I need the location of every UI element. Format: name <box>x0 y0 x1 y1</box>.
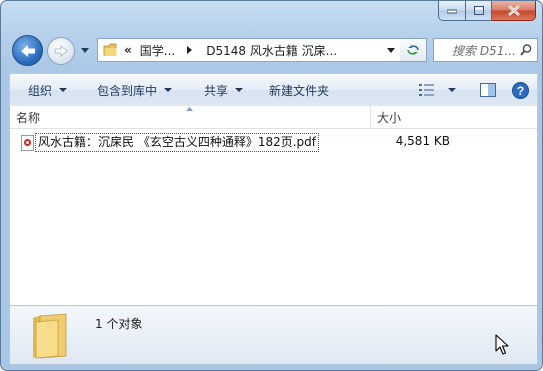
folder-icon <box>103 43 117 56</box>
breadcrumb-overflow[interactable]: « <box>124 43 132 57</box>
breadcrumb-item-guoxue[interactable]: 国学... <box>140 42 175 59</box>
caption-buttons <box>438 1 536 21</box>
chevron-down-icon[interactable] <box>387 47 395 53</box>
svg-text:?: ? <box>517 84 524 98</box>
maximize-icon <box>473 6 484 15</box>
explorer-window: « 国学... D5148 风水古籍 沉㦿... 搜索 D51... 组织 包含… <box>0 0 543 371</box>
caret-down-icon <box>235 88 244 92</box>
close-button[interactable] <box>492 1 536 21</box>
view-list-icon <box>419 84 434 96</box>
view-options-button[interactable] <box>419 74 456 106</box>
file-size: 4,581 KB <box>395 134 450 148</box>
address-bar[interactable]: « 国学... D5148 风水古籍 沉㦿... <box>97 38 402 62</box>
maximize-button[interactable] <box>466 1 492 21</box>
preview-pane-icon <box>480 83 496 97</box>
file-name[interactable]: 风水古籍：沉㦿民 《玄空古义四种通释》182页.pdf <box>35 133 319 152</box>
mouse-cursor-icon <box>495 334 509 355</box>
caret-down-icon <box>164 88 173 92</box>
forward-arrow-icon <box>54 45 68 57</box>
search-placeholder: 搜索 D51... <box>452 43 516 58</box>
include-in-library-label: 包含到库中 <box>97 83 158 98</box>
help-icon: ? <box>512 81 529 99</box>
minimize-icon <box>447 9 457 13</box>
recent-pages-dropdown[interactable] <box>79 45 91 55</box>
new-folder-button[interactable]: 新建文件夹 <box>269 74 329 106</box>
minimize-button[interactable] <box>438 1 466 21</box>
column-name-label: 名称 <box>16 110 41 125</box>
column-header-name[interactable]: 名称 <box>10 106 371 128</box>
refresh-button[interactable] <box>400 38 427 62</box>
file-row[interactable]: 风水古籍：沉㦿民 《玄空古义四种通释》182页.pdf 4,581 KB <box>10 133 537 152</box>
column-header-row: 名称 大小 <box>10 106 537 129</box>
preview-pane-button[interactable] <box>480 74 496 106</box>
forward-button[interactable] <box>47 37 75 65</box>
new-folder-label: 新建文件夹 <box>269 83 330 98</box>
chevron-right-icon[interactable] <box>187 46 193 54</box>
column-size-label: 大小 <box>377 110 402 125</box>
close-icon <box>507 5 520 16</box>
search-icon[interactable] <box>520 44 532 56</box>
caret-down-icon[interactable] <box>448 88 456 92</box>
chevron-down-icon <box>81 47 89 53</box>
refresh-icon <box>407 45 419 55</box>
breadcrumb-item-current[interactable]: D5148 风水古籍 沉㦿... <box>206 42 337 59</box>
back-button[interactable] <box>12 35 43 66</box>
share-label: 共享 <box>204 83 229 98</box>
command-bar: 组织 包含到库中 共享 新建文件夹 ? <box>9 73 538 107</box>
item-count: 1 个对象 <box>95 317 143 331</box>
navigation-bar: « 国学... D5148 风水古籍 沉㦿... 搜索 D51... <box>9 35 538 66</box>
include-in-library-menu[interactable]: 包含到库中 <box>97 74 173 106</box>
caret-down-icon <box>59 88 68 92</box>
organize-menu[interactable]: 组织 <box>28 74 68 106</box>
folder-large-icon <box>33 313 67 359</box>
details-pane: 1 个对象 <box>9 305 538 365</box>
file-list-pane[interactable]: 名称 大小 风水古籍：沉㦿民 《玄空古义四种通释》182页.pdf 4,581 … <box>9 106 538 306</box>
organize-label: 组织 <box>28 83 53 98</box>
pdf-file-icon <box>21 135 34 151</box>
help-button[interactable]: ? <box>512 74 529 106</box>
sort-ascending-icon <box>186 107 193 111</box>
search-box[interactable]: 搜索 D51... <box>433 38 538 62</box>
share-menu[interactable]: 共享 <box>204 74 244 106</box>
column-header-size[interactable]: 大小 <box>371 106 537 128</box>
back-arrow-icon <box>20 44 35 57</box>
